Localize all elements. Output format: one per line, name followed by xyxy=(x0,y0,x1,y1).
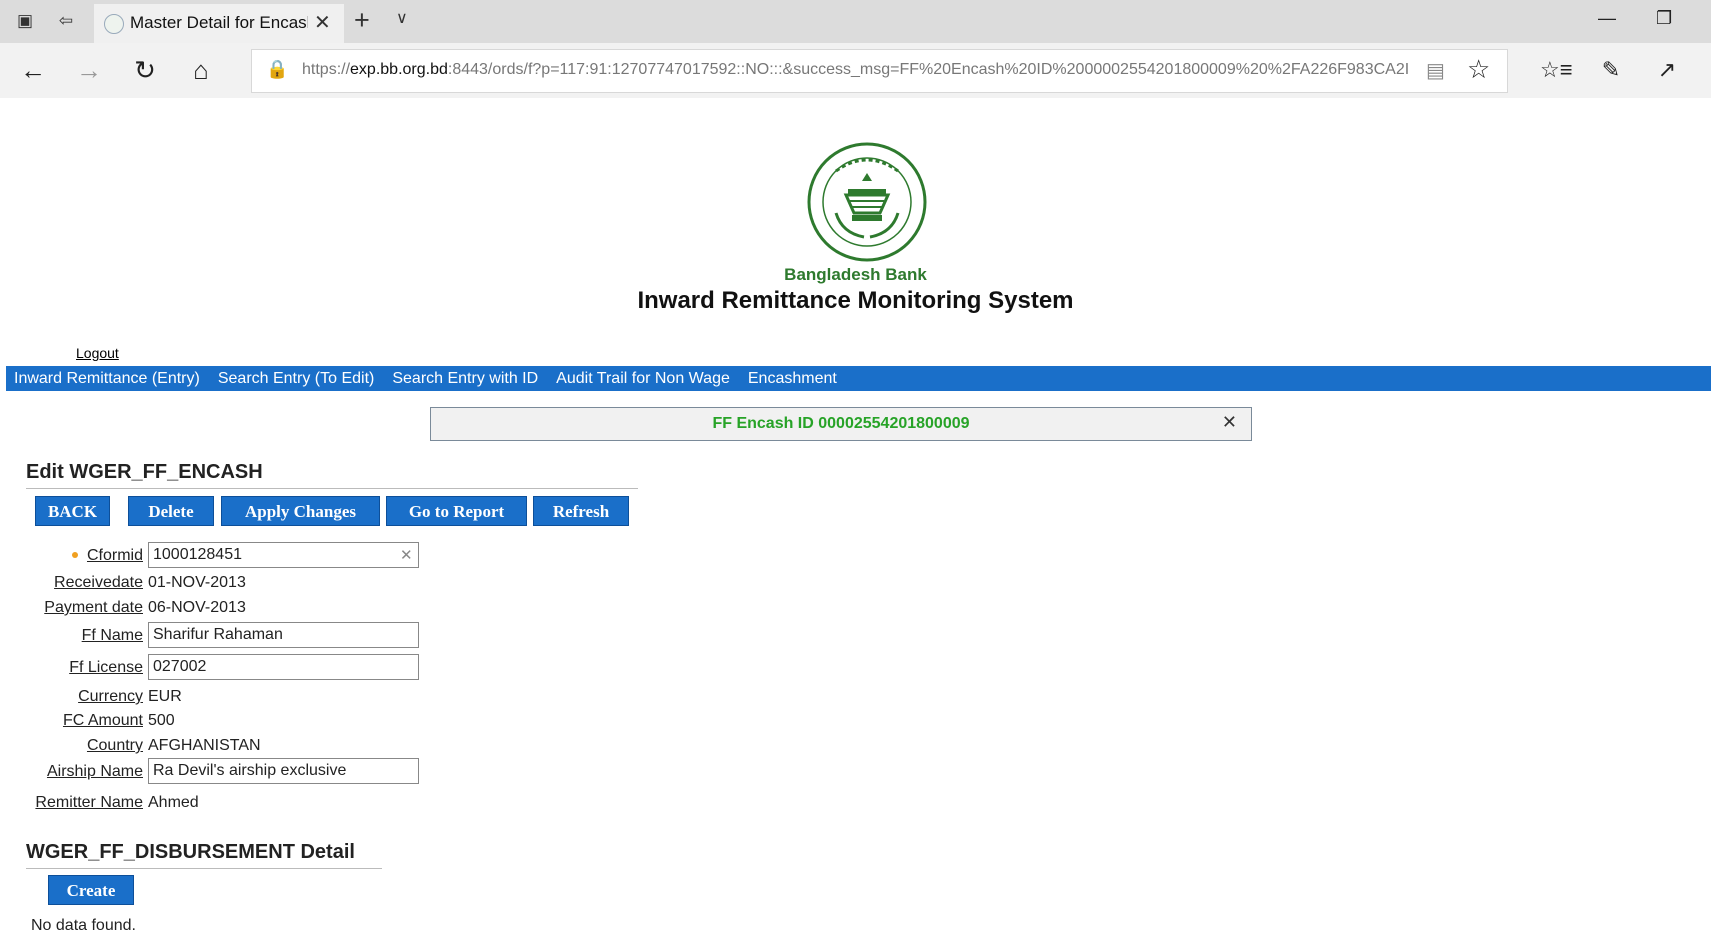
reading-view-icon[interactable]: ▤ xyxy=(1426,58,1445,83)
ff-name-input[interactable] xyxy=(148,622,419,648)
fc-amount-label: FC Amount xyxy=(62,712,143,729)
bangladesh-bank-logo xyxy=(807,142,927,262)
menu-item-inward-remittance-entry[interactable]: Inward Remittance (Entry) xyxy=(14,366,200,391)
currency-value: EUR xyxy=(148,688,182,705)
menu-item-search-entry-to-edit[interactable]: Search Entry (To Edit) xyxy=(218,366,375,391)
payment-date-row: Payment date 06-NOV-2013 xyxy=(0,594,600,622)
required-indicator-icon xyxy=(72,552,78,558)
url-text: https://exp.bb.org.bd:8443/ords/f?p=117:… xyxy=(302,61,1410,78)
menu-item-audit-trail[interactable]: Audit Trail for Non Wage xyxy=(556,366,730,391)
refresh-icon[interactable]: ↻ xyxy=(130,55,160,85)
lock-icon: 🔒 xyxy=(266,59,289,79)
payment-date-label: Payment date xyxy=(44,599,143,616)
address-bar[interactable]: 🔒 https://exp.bb.org.bd:8443/ords/f?p=11… xyxy=(251,49,1508,93)
site-favicon-icon xyxy=(104,14,124,34)
create-button[interactable]: Create xyxy=(48,875,134,905)
fc-amount-row: FC Amount 500 xyxy=(0,707,600,735)
favorites-list-icon[interactable]: ☆≡ xyxy=(1540,55,1573,85)
forward-arrow-icon[interactable]: → xyxy=(74,55,104,85)
minimize-icon[interactable]: — xyxy=(1598,8,1616,29)
bank-name: Bangladesh Bank xyxy=(784,265,927,284)
fc-amount-value: 500 xyxy=(148,712,175,729)
apply-changes-button[interactable]: Apply Changes xyxy=(221,496,380,526)
airship-name-label: Airship Name xyxy=(46,763,143,780)
back-button[interactable]: BACK xyxy=(35,496,110,526)
close-message-icon[interactable]: ✕ xyxy=(1222,412,1237,433)
ff-name-label: Ff Name xyxy=(81,627,143,644)
share-icon[interactable]: ↗ xyxy=(1652,55,1682,85)
receivedate-row: Receivedate 01-NOV-2013 xyxy=(0,569,600,597)
ff-license-row: Ff License xyxy=(0,654,600,682)
browser-tab-bar: ▣ ⇦ Master Detail for Encash ✕ + ∨ — ❐ xyxy=(0,0,1711,43)
country-value: AFGHANISTAN xyxy=(148,737,261,754)
cformid-label: Cformid xyxy=(86,547,143,564)
receivedate-value: 01-NOV-2013 xyxy=(148,574,246,591)
back-arrow-icon[interactable]: ← xyxy=(18,55,48,85)
menu-item-search-entry-with-id[interactable]: Search Entry with ID xyxy=(392,366,538,391)
tab-list-chevron-icon[interactable]: ∨ xyxy=(396,8,408,28)
remitter-name-row: Remitter Name Ahmed xyxy=(0,789,600,817)
delete-button[interactable]: Delete xyxy=(128,496,214,526)
logout-link[interactable]: Logout xyxy=(76,345,119,361)
pen-notes-icon[interactable]: ✎ xyxy=(1596,55,1626,85)
cformid-row: Cformid ✕ xyxy=(0,542,600,570)
remitter-name-label: Remitter Name xyxy=(35,794,143,811)
main-menu-bar: Inward Remittance (Entry) Search Entry (T… xyxy=(6,366,1711,391)
success-message-text: FF Encash ID 00002554201800009 xyxy=(712,415,970,432)
tabs-aside-icon[interactable]: ⇦ xyxy=(55,10,77,32)
country-label: Country xyxy=(86,737,143,754)
success-message: FF Encash ID 00002554201800009 ✕ xyxy=(430,407,1252,441)
ff-name-row: Ff Name xyxy=(0,622,600,650)
airship-name-row: Airship Name xyxy=(0,758,600,786)
cformid-input[interactable] xyxy=(148,542,419,568)
currency-label: Currency xyxy=(78,688,143,705)
clear-input-icon[interactable]: ✕ xyxy=(400,546,413,564)
country-row: Country AFGHANISTAN xyxy=(0,732,600,760)
ff-license-input[interactable] xyxy=(148,654,419,680)
tab-title: Master Detail for Encash xyxy=(130,13,308,32)
favorite-star-icon[interactable]: ☆ xyxy=(1467,54,1490,85)
browser-nav-bar: ← → ↻ ⌂ 🔒 https://exp.bb.org.bd:8443/ord… xyxy=(0,43,1711,98)
browser-tab[interactable]: Master Detail for Encash ✕ xyxy=(94,4,344,43)
home-icon[interactable]: ⌂ xyxy=(186,55,216,85)
airship-name-input[interactable] xyxy=(148,758,419,784)
receivedate-label: Receivedate xyxy=(54,574,143,591)
restore-icon[interactable]: ❐ xyxy=(1656,8,1672,29)
remitter-name-value: Ahmed xyxy=(148,794,199,811)
refresh-button[interactable]: Refresh xyxy=(533,496,629,526)
close-tab-icon[interactable]: ✕ xyxy=(314,10,331,35)
menu-item-encashment[interactable]: Encashment xyxy=(748,366,837,391)
ff-license-label: Ff License xyxy=(69,659,143,676)
edit-section-title: Edit WGER_FF_ENCASH xyxy=(26,461,638,489)
tab-actions-icon[interactable]: ▣ xyxy=(14,10,36,32)
new-tab-icon[interactable]: + xyxy=(354,5,370,36)
page-title: Inward Remittance Monitoring System xyxy=(637,287,1074,314)
detail-section-title: WGER_FF_DISBURSEMENT Detail xyxy=(26,841,382,869)
no-data-text: No data found. xyxy=(31,917,136,934)
payment-date-value: 06-NOV-2013 xyxy=(148,599,246,616)
go-to-report-button[interactable]: Go to Report xyxy=(386,496,527,526)
